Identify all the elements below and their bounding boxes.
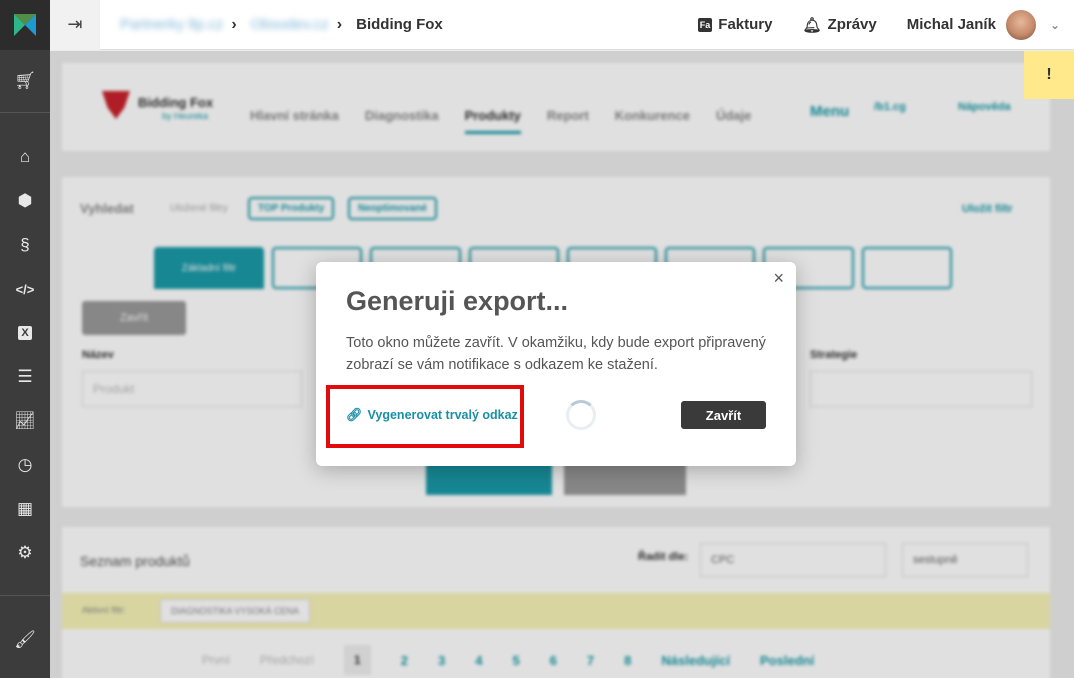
invoices-label: Faktury — [718, 16, 773, 33]
sidebar-divider — [0, 112, 50, 113]
messages-link[interactable]: 🔔︎ Zprávy — [802, 16, 876, 34]
playlist-icon[interactable]: ☰ — [0, 355, 50, 399]
permalink-link[interactable]: 🔗︎ Vygenerovat trvalý odkaz — [346, 407, 518, 423]
modal-text: Toto okno můžete zavřít. V okamžiku, kdy… — [346, 335, 766, 373]
breadcrumb-item[interactable]: Partnerky ltp.cz — [120, 16, 223, 33]
excel-icon[interactable]: X — [0, 311, 50, 355]
home-icon[interactable]: ⌂ — [0, 135, 50, 179]
chevron-right-icon: › — [336, 15, 343, 33]
sidebar-divider — [0, 595, 50, 596]
export-modal: × Generuji export... Toto okno můžete za… — [316, 262, 796, 466]
top-right-menu: Fa Faktury 🔔︎ Zprávy Michal Janík ⌄ — [697, 0, 1074, 50]
invoices-link[interactable]: Fa Faktury — [697, 16, 773, 33]
modal-title: Generuji export... — [346, 286, 569, 316]
close-button-label: Zavřít — [705, 407, 742, 423]
grid-icon[interactable]: ▦ — [0, 487, 50, 531]
gear-icon[interactable]: ⚙ — [0, 531, 50, 575]
chevron-down-icon[interactable]: ⌄ — [1050, 18, 1060, 32]
brush-icon[interactable]: 🖌︎ — [0, 618, 50, 662]
close-icon[interactable]: × — [773, 268, 784, 289]
close-button[interactable]: Zavřít — [681, 401, 766, 429]
top-bar: ⇥ Partnerky ltp.cz › Obsodev.cz › Biddin… — [50, 0, 1074, 50]
breadcrumb-item[interactable]: Obsodev.cz — [251, 16, 329, 33]
code-icon[interactable]: </> — [0, 267, 50, 311]
bell-icon: 🔔︎ — [802, 16, 822, 34]
cart-icon[interactable]: 🛒︎ — [0, 50, 50, 112]
alert-icon[interactable]: ! — [1024, 51, 1074, 99]
menu-toggle-icon[interactable]: ⇥ — [50, 0, 100, 50]
link-icon: 🔗︎ — [346, 407, 363, 422]
chevron-right-icon: › — [231, 15, 237, 33]
permalink-label: Vygenerovat trvalý odkaz — [367, 408, 518, 422]
invoice-icon: Fa — [697, 17, 713, 32]
avatar[interactable] — [1005, 9, 1036, 40]
breadcrumb-current: Bidding Fox — [356, 16, 443, 33]
chart-icon[interactable]: 📈︎ — [0, 399, 50, 443]
breadcrumb: Partnerky ltp.cz › Obsodev.cz › Bidding … — [100, 0, 443, 50]
messages-label: Zprávy — [827, 16, 877, 33]
logo-icon[interactable] — [0, 0, 50, 50]
user-name[interactable]: Michal Janík — [907, 16, 996, 33]
paragraph-icon[interactable]: § — [0, 223, 50, 267]
box-icon[interactable]: ⬢ — [0, 179, 50, 223]
loading-spinner — [566, 400, 596, 430]
left-sidebar: 🛒︎ ⌂ ⬢ § </> X ☰ 📈︎ ◷ ▦ ⚙ 🖌︎ — [0, 0, 50, 678]
clock-icon[interactable]: ◷ — [0, 443, 50, 487]
